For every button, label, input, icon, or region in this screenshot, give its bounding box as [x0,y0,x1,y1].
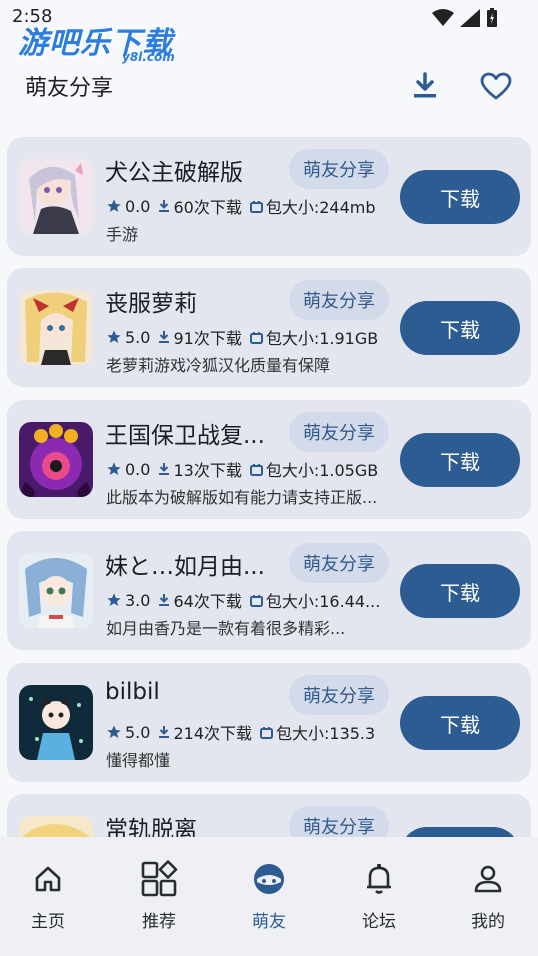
package-size: 包大小:244mb [265,198,376,217]
nav-home[interactable]: 主页 [0,859,98,939]
status-icons [432,8,498,28]
app-name: 丧服萝莉 [105,291,197,317]
app-meta: 3.0 64次下载 包大小:16.44... [106,588,388,612]
star-icon [107,462,121,475]
nav-label: 推荐 [142,912,176,932]
app-description: 如月由香乃是一款有着很多精彩... [106,619,346,638]
download-button[interactable]: 下载 [400,170,520,224]
rating: 5.0 [125,722,151,742]
nav-label: 论坛 [362,912,396,932]
app-list[interactable]: 犬公主破解版 萌友分享 0.0 60次下载 包大小:244mb 手游 下载 丧服… [0,137,538,837]
favorites-button[interactable] [476,66,516,106]
nav-mine[interactable]: 我的 [438,859,538,939]
nav-label: 萌友 [252,912,286,932]
app-meta: 0.0 13次下载 包大小:1.05GB [106,457,386,481]
app-description: 手游 [106,225,139,244]
nav-label: 我的 [471,912,505,932]
page-title: 萌友分享 [25,76,114,101]
home-icon [35,866,61,892]
package-icon [249,594,263,607]
app-meta: 5.0 214次下载 包大小:135.3 [106,720,383,744]
package-icon [249,331,263,344]
star-icon [107,199,121,212]
app-description: 此版本为破解版如有能力请支持正版... [106,488,378,507]
package-icon [260,726,273,739]
signal-icon [460,9,480,27]
nav-recommend[interactable]: 推荐 [109,859,209,939]
app-name: 妹と…如月由... [105,554,265,580]
app-card[interactable]: 妹と…如月由... 萌友分享 3.0 64次下载 包大小:16.44... 如月… [7,531,531,650]
downloads-button[interactable] [405,66,445,106]
download-count-icon [159,463,170,475]
app-meta: 5.0 91次下载 包大小:1.91GB [106,325,386,349]
star-icon [107,725,121,738]
package-size: 包大小:135.3 [276,724,376,743]
app-meta: 0.0 60次下载 包大小:244mb [106,194,384,218]
app-name: 王国保卫战复... [105,423,265,449]
download-count-icon [159,331,170,343]
download-count: 60次下载 [173,198,242,217]
wifi-icon [432,9,454,26]
download-button[interactable]: 下载 [400,433,520,487]
star-icon [107,593,121,606]
package-size: 包大小:1.91GB [265,329,379,348]
app-thumbnail [19,553,93,628]
rating: 3.0 [125,590,151,610]
bottom-nav: 主页 推荐 萌友 论坛 我的 [0,837,538,956]
person-icon [474,865,502,893]
app-thumbnail [19,290,93,365]
download-count: 91次下载 [173,329,242,348]
download-count-icon [159,594,170,606]
star-icon [107,330,121,343]
category-tag: 萌友分享 [289,806,389,837]
download-count: 214次下载 [173,724,252,743]
app-name: 犬公主破解版 [105,160,243,186]
app-card[interactable]: 丧服萝莉 萌友分享 5.0 91次下载 包大小:1.91GB 老萝莉游戏冷狐汉化… [7,268,531,387]
app-name: bilbil [105,679,160,705]
app-card[interactable]: bilbil 萌友分享 5.0 214次下载 包大小:135.3 懂得都懂 下载 [7,663,531,782]
rating: 0.0 [125,459,151,479]
package-size: 包大小:1.05GB [265,461,379,480]
app-card[interactable]: 王国保卫战复... 萌友分享 0.0 13次下载 包大小:1.05GB 此版本为… [7,400,531,519]
download-button[interactable]: 下载 [400,564,520,618]
app-description: 懂得都懂 [106,751,171,770]
download-count-icon [159,200,170,212]
package-icon [249,463,263,476]
download-button[interactable]: 下载 [400,696,520,750]
category-tag: 萌友分享 [289,149,389,189]
download-count-icon [159,726,170,738]
battery-icon [487,8,497,27]
nav-label: 主页 [31,912,65,932]
rating: 0.0 [125,196,151,216]
nav-mengyou[interactable]: 萌友 [219,859,319,939]
grid-icon [141,860,178,897]
app-name: 常轨脱离 [105,817,197,837]
package-size: 包大小:16.44... [265,592,381,611]
app-card[interactable]: 常轨脱离 萌友分享 [7,794,531,837]
download-count: 64次下载 [173,592,242,611]
category-tag: 萌友分享 [289,280,389,320]
download-button[interactable] [400,827,520,837]
page-header: 萌友分享 [0,60,538,110]
download-button[interactable]: 下载 [400,301,520,355]
app-thumbnail [19,159,93,234]
app-description: 老萝莉游戏冷狐汉化质量有保障 [106,356,331,375]
category-tag: 萌友分享 [289,543,389,583]
download-icon [414,72,436,98]
rating: 5.0 [125,327,151,347]
nav-forum[interactable]: 论坛 [329,859,429,939]
app-thumbnail [19,422,93,497]
category-tag: 萌友分享 [289,675,389,715]
face-icon [254,864,284,894]
bell-icon [367,864,391,894]
app-card[interactable]: 犬公主破解版 萌友分享 0.0 60次下载 包大小:244mb 手游 下载 [7,137,531,256]
app-thumbnail [19,816,93,837]
app-thumbnail [19,685,93,760]
package-icon [249,200,263,213]
category-tag: 萌友分享 [289,412,389,452]
heart-icon [480,72,512,100]
download-count: 13次下载 [173,461,242,480]
